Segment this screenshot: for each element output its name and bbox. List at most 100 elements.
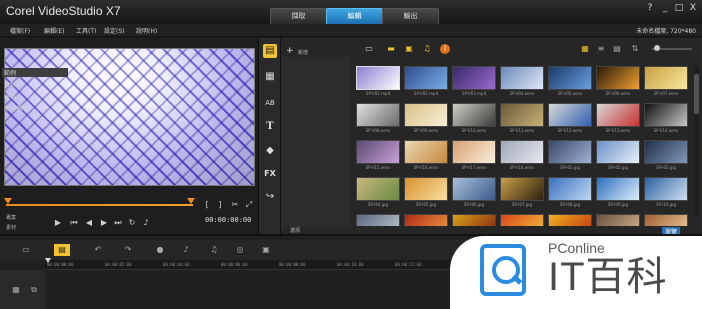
audio-filter-icon[interactable]: ♫ <box>422 44 432 54</box>
graphic-icon[interactable]: ◆ <box>263 144 277 158</box>
library-thumbnail[interactable]: SP-I01.jpg <box>548 140 592 173</box>
tree-item-folder[interactable]: 資料夾 <box>4 80 22 89</box>
redo-icon[interactable]: ↷ <box>122 244 134 256</box>
info-icon[interactable]: i <box>440 44 450 54</box>
library-thumbnail[interactable]: SP-I13.jpg <box>452 214 496 226</box>
library-thumbnail[interactable]: SP-I15.jpg <box>548 214 592 226</box>
library-thumbnail[interactable]: SP-V10.wmv <box>452 103 496 136</box>
close-button[interactable]: X <box>688 3 698 13</box>
project-mode-label[interactable]: 專案 <box>6 214 16 221</box>
filter-icon[interactable]: FX <box>263 167 277 181</box>
previous-frame-icon[interactable]: ◀ <box>83 218 95 228</box>
library-thumbnail[interactable]: SP-V05.wmv <box>548 66 592 99</box>
media-icon[interactable]: ▤ <box>263 44 277 58</box>
tab-share[interactable]: 輸出 <box>382 8 439 24</box>
library-thumbnail[interactable]: SP-V13.wmv <box>596 103 640 136</box>
library-thumbnail[interactable]: SP-I10.jpg <box>644 177 688 210</box>
library-thumbnail[interactable]: SP-V08.wmv <box>356 103 400 136</box>
enlarge-icon[interactable]: ⤢ <box>244 200 254 210</box>
storyboard-view-icon[interactable]: ▭ <box>20 244 32 256</box>
timecode[interactable]: 00:00:00:00 <box>205 216 251 224</box>
details-view-icon[interactable]: ▤ <box>612 44 622 54</box>
record-capture-icon[interactable]: ● <box>154 244 166 256</box>
motion-tracking-icon[interactable]: ◎ <box>234 244 246 256</box>
maximize-button[interactable]: □ <box>674 3 684 13</box>
tab-capture[interactable]: 擷取 <box>270 8 327 24</box>
library-thumbnail[interactable]: SP-V14.wmv <box>644 103 688 136</box>
transition-icon[interactable]: AB <box>263 96 277 110</box>
help-button[interactable]: ? <box>645 3 655 13</box>
tree-item-samples[interactable]: 範例 <box>2 68 68 77</box>
volume-icon[interactable]: ♪ <box>140 218 152 228</box>
library-thumbnail[interactable]: SP-I06.jpg <box>452 177 496 210</box>
library-thumbnail[interactable]: SP-I05.jpg <box>404 177 448 210</box>
library-thumbnail[interactable]: SP-V09.wmv <box>404 103 448 136</box>
menu-tools[interactable]: 工具(T) <box>76 26 96 35</box>
library-thumbnail[interactable]: SP-V03.mp4 <box>452 66 496 99</box>
add-folder-label[interactable]: 新增 <box>298 49 308 56</box>
path-icon[interactable]: ↪ <box>263 190 277 204</box>
instant-project-icon[interactable]: ▦ <box>263 70 277 84</box>
menu-file[interactable]: 檔案(F) <box>10 26 30 35</box>
menu-settings[interactable]: 設定(S) <box>104 26 125 35</box>
library-thumbnail[interactable]: SP-I17.jpg <box>644 214 688 226</box>
tree-item-templates[interactable]: 樣板 <box>4 92 16 101</box>
mark-out-button[interactable]: ] <box>216 200 224 210</box>
home-icon[interactable]: ⏮ <box>68 218 80 228</box>
subtitle-editor-icon[interactable]: ▣ <box>260 244 272 256</box>
mark-in-button[interactable]: [ <box>203 200 211 210</box>
sort-icon[interactable]: ⇅ <box>630 44 640 54</box>
library-thumbnail[interactable]: SP-V16.wmv <box>404 140 448 173</box>
library-scrollbar[interactable] <box>694 66 699 216</box>
next-frame-icon[interactable]: ▶ <box>98 218 110 228</box>
library-thumbnail[interactable]: SP-V01.mp4 <box>356 66 400 99</box>
timeline-view-icon[interactable]: ▤ <box>54 244 70 256</box>
library-thumbnail[interactable]: SP-I14.jpg <box>500 214 544 226</box>
library-thumbnail[interactable]: SP-I16.jpg <box>596 214 640 226</box>
library-thumbnail[interactable]: SP-V02.mp4 <box>404 66 448 99</box>
mark-in-handle[interactable] <box>4 198 12 204</box>
library-thumbnail[interactable]: SP-V12.wmv <box>548 103 592 136</box>
end-icon[interactable]: ⏭ <box>112 218 124 228</box>
library-thumbnail[interactable]: SP-I04.jpg <box>356 177 400 210</box>
sound-mixer-icon[interactable]: ♪ <box>180 244 192 256</box>
menu-edit[interactable]: 編輯(E) <box>44 26 64 35</box>
library-thumbnail[interactable]: SP-I09.jpg <box>596 177 640 210</box>
tab-edit[interactable]: 編輯 <box>326 8 383 24</box>
video-track-icon[interactable]: ▦ <box>10 284 22 296</box>
scrubber[interactable] <box>4 196 195 210</box>
library-thumbnail[interactable]: SP-V04.wmv <box>500 66 544 99</box>
title-icon[interactable]: T <box>263 120 277 134</box>
list-view-icon[interactable]: ≡ <box>596 44 606 54</box>
video-filter-icon[interactable]: ▬ <box>386 44 396 54</box>
library-thumbnail[interactable]: SP-I11.jpg <box>356 214 400 226</box>
split-clip-icon[interactable]: ✂ <box>230 200 240 210</box>
folder-icon[interactable]: ▭ <box>364 44 374 54</box>
mark-out-handle[interactable] <box>187 198 195 204</box>
add-icon[interactable]: + <box>286 46 294 56</box>
clip-mode-label[interactable]: 素材 <box>6 224 16 231</box>
menu-help[interactable]: 說明(H) <box>136 26 157 35</box>
slider-knob[interactable] <box>654 45 660 51</box>
repeat-icon[interactable]: ↻ <box>126 218 138 228</box>
library-thumbnail[interactable]: SP-I07.jpg <box>500 177 544 210</box>
library-thumbnail[interactable]: SP-I12.jpg <box>404 214 448 226</box>
library-thumbnail[interactable]: SP-V17.wmv <box>452 140 496 173</box>
library-thumbnail[interactable]: SP-I08.jpg <box>548 177 592 210</box>
minimize-button[interactable]: _ <box>660 3 670 13</box>
auto-music-icon[interactable]: ♫ <box>208 244 220 256</box>
library-thumbnail[interactable]: SP-V07.wmv <box>644 66 688 99</box>
library-thumbnail[interactable]: SP-I03.jpg <box>644 140 688 173</box>
track-manager-icon[interactable]: ⧉ <box>28 284 40 296</box>
options-button[interactable]: 選項 <box>290 227 300 234</box>
play-icon[interactable]: ▶ <box>52 218 64 228</box>
tree-item-capture[interactable]: 素材擷取 <box>4 104 28 113</box>
thumbnail-view-icon[interactable]: ▦ <box>580 44 590 54</box>
library-thumbnail[interactable]: SP-I02.jpg <box>596 140 640 173</box>
library-thumbnail[interactable]: SP-V11.wmv <box>500 103 544 136</box>
library-thumbnail[interactable]: SP-V15.wmv <box>356 140 400 173</box>
library-thumbnail[interactable]: SP-V18.wmv <box>500 140 544 173</box>
playhead[interactable] <box>45 258 51 263</box>
library-thumbnail[interactable]: SP-V06.wmv <box>596 66 640 99</box>
undo-icon[interactable]: ↶ <box>92 244 104 256</box>
